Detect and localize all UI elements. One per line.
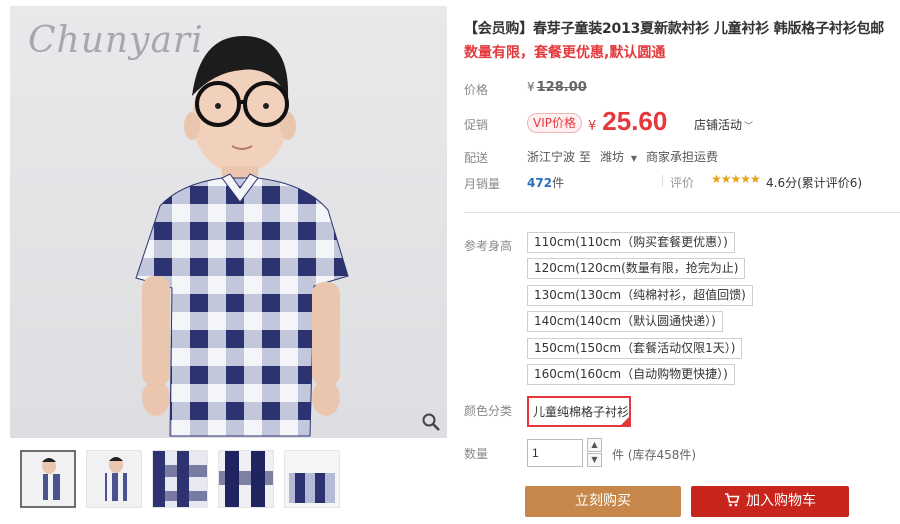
quantity-input[interactable] [527, 439, 583, 467]
thumbnail-image [219, 451, 273, 507]
thumbnail-strip [18, 448, 358, 510]
chevron-down-icon: ﹀ [744, 122, 754, 132]
cart-icon [725, 492, 740, 506]
rating-summary-link[interactable]: 4.6分(累计评价6) [766, 174, 862, 191]
size-option[interactable]: 150cm(150cm（套餐活动仅限1天）) [527, 338, 743, 359]
buy-now-label: 立刻购买 [575, 493, 631, 509]
color-label: 颜色分类 [464, 404, 513, 418]
product-title: 【会员购】春芽子童装2013夏新款衬衫 儿童衬衫 韩版格子衬衫包邮 [464, 21, 885, 37]
thumbnail-image [105, 457, 127, 501]
product-photo [135, 35, 349, 437]
thumbnail-image [285, 451, 339, 507]
color-option-selected[interactable]: 儿童纯棉格子衬衫 [527, 396, 631, 427]
thumbnail-1[interactable] [20, 450, 76, 508]
currency-symbol: ¥ [588, 119, 597, 134]
ship-to-selector[interactable]: 潍坊 ▼ [600, 148, 637, 165]
original-price: ¥128.00 [527, 80, 587, 95]
buy-now-button[interactable]: 立刻购买 [525, 486, 681, 517]
stock-info: 件 (库存458件) [612, 448, 697, 462]
thumbnail-3[interactable] [152, 450, 208, 508]
thumbnail-pointer [48, 450, 58, 452]
promo-label: 促销 [464, 118, 489, 132]
caret-down-icon: ▼ [630, 154, 637, 163]
store-activity-dropdown[interactable]: 店铺活动 ﹀ [694, 116, 753, 133]
brand-watermark: Chunyari [28, 20, 204, 61]
sales-unit: 件 [552, 176, 565, 190]
thumbnail-5[interactable] [284, 450, 340, 508]
ship-to-label: 潍坊 [600, 150, 625, 164]
caret-up-icon: ▲ [591, 440, 598, 449]
quantity-decrease-button[interactable]: ▼ [587, 453, 602, 467]
size-option[interactable]: 130cm(130cm（纯棉衬衫，超值回馈) [527, 285, 753, 306]
size-label: 参考身高 [464, 239, 513, 253]
vip-price-badge: VIP价格 [527, 113, 582, 133]
monthly-sales: 472件 [527, 174, 564, 191]
store-activity-label: 店铺活动 [694, 118, 743, 132]
thumbnail-image [38, 458, 60, 500]
thumbnail-image [153, 451, 207, 507]
section-divider [464, 212, 900, 213]
ship-from: 浙江宁波 至 [527, 150, 591, 164]
promo-price-value: 25.60 [602, 106, 668, 136]
size-option[interactable]: 140cm(140cm（默认圆通快递）) [527, 311, 723, 332]
price-label: 价格 [464, 83, 489, 97]
shipping-fee: 商家承担运费 [646, 150, 719, 164]
rating-label: 评价 [670, 176, 695, 190]
rating-stars: ★★★★★ [711, 172, 761, 186]
quantity-label: 数量 [464, 447, 489, 461]
size-option[interactable]: 120cm(120cm(数量有限，抢完为止) [527, 258, 746, 279]
sales-count: 472 [527, 176, 553, 190]
currency-symbol: ¥ [527, 80, 535, 94]
selected-check-icon [620, 416, 629, 425]
thumbnail-4[interactable] [218, 450, 274, 508]
shipping-label: 配送 [464, 151, 489, 165]
caret-down-icon: ▼ [591, 455, 598, 464]
promo-price: ¥25.60 [588, 106, 667, 137]
add-to-cart-label: 加入购物车 [746, 493, 816, 509]
color-option-label: 儿童纯棉格子衬衫 [533, 405, 630, 419]
size-option[interactable]: 110cm(110cm（购买套餐更优惠）) [527, 232, 735, 253]
sales-label: 月销量 [464, 177, 501, 191]
divider [662, 175, 663, 187]
product-subtitle: 数量有限，套餐更优惠,默认圆通 [464, 45, 666, 61]
original-price-value: 128.00 [536, 80, 587, 95]
size-option[interactable]: 160cm(160cm（自动购物更快捷）) [527, 364, 735, 385]
quantity-increase-button[interactable]: ▲ [587, 438, 602, 452]
zoom-icon[interactable] [421, 412, 441, 432]
add-to-cart-button[interactable]: 加入购物车 [691, 486, 849, 517]
main-product-image[interactable]: Chunyari [10, 6, 447, 438]
thumbnail-2[interactable] [86, 450, 142, 508]
